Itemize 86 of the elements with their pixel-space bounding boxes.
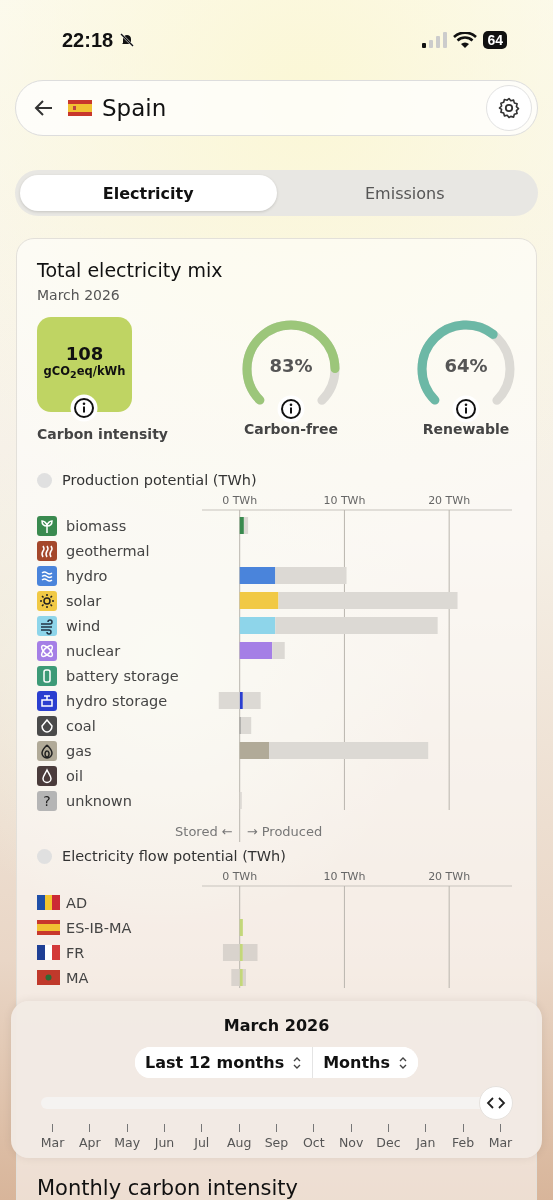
flag-icon	[37, 895, 60, 910]
time-slider[interactable]	[40, 1086, 513, 1120]
category-label: wind	[66, 618, 101, 634]
category-label: biomass	[66, 518, 127, 534]
reservoir-icon	[37, 691, 57, 711]
section-title: Monthly carbon intensity	[37, 1176, 299, 1200]
month-label: Dec	[376, 1135, 401, 1150]
waves-icon	[37, 566, 57, 586]
section-title: Production potential (TWh)	[62, 472, 257, 488]
info-icon[interactable]	[277, 395, 305, 423]
section-title: Electricity flow potential (TWh)	[62, 848, 286, 864]
sprout-icon	[37, 516, 57, 536]
category-label: hydro	[66, 568, 108, 584]
battery-icon	[37, 666, 57, 686]
info-icon[interactable]	[452, 395, 480, 423]
tick-label: 20 TWh	[428, 494, 471, 507]
tick-label: 20 TWh	[428, 870, 471, 883]
month-label: Mar	[40, 1135, 65, 1150]
clock: 22:18	[62, 28, 114, 52]
month-label: Aug	[226, 1135, 252, 1150]
country-name: Spain	[102, 95, 167, 121]
flag-icon	[68, 100, 92, 116]
flag-icon	[37, 970, 60, 985]
country-code: ES-IB-MA	[66, 920, 132, 936]
card-subtitle: March 2026	[37, 287, 121, 303]
stat-label: Renewable	[422, 421, 510, 437]
stat-label: Carbon intensity	[37, 426, 168, 442]
wifi-icon	[453, 31, 478, 49]
sun-icon	[37, 591, 57, 611]
atom-icon	[37, 641, 57, 661]
tick-label: 0 TWh	[222, 870, 258, 883]
country-code: MA	[66, 970, 89, 986]
gear-icon	[497, 96, 521, 120]
toggle-dot[interactable]	[37, 472, 52, 488]
card-title: Total electricity mix	[37, 259, 224, 281]
wind-icon	[37, 616, 57, 636]
month-label: Feb	[452, 1135, 475, 1150]
info-icon[interactable]	[70, 394, 98, 422]
country-code: FR	[66, 945, 85, 961]
month-label: Apr	[79, 1135, 101, 1150]
battery-indicator: 64	[483, 31, 507, 49]
back-arrow-icon[interactable]	[34, 99, 54, 117]
category-label: battery storage	[66, 668, 179, 684]
category-label: unknown	[66, 793, 132, 809]
tick-label: 0 TWh	[222, 494, 258, 507]
tick-label: 10 TWh	[323, 494, 366, 507]
gauge-reading: 64%	[443, 355, 489, 376]
axis-note: → Produced	[246, 824, 323, 839]
flame-icon	[37, 741, 57, 761]
settings-button[interactable]	[486, 85, 532, 131]
month-label: Nov	[338, 1135, 364, 1150]
bell-muted-icon	[119, 32, 136, 48]
heat-icon	[37, 541, 57, 561]
category-label: geothermal	[66, 543, 150, 559]
month-label: Jun	[154, 1135, 175, 1150]
category-label: solar	[66, 593, 102, 609]
month-label: May	[114, 1135, 141, 1150]
slider-handle[interactable]	[478, 1086, 513, 1120]
month-label: Jul	[194, 1135, 210, 1150]
signal-icon	[421, 32, 448, 48]
flag-icon	[37, 945, 60, 960]
flame-icon	[37, 716, 57, 736]
drop-icon	[37, 766, 57, 786]
gauge-reading: 83%	[268, 355, 314, 376]
tab[interactable]: Electricity	[20, 175, 277, 211]
stat-label: Carbon-free	[243, 421, 338, 437]
axis-note: Stored ←	[175, 824, 233, 839]
country-code: AD	[66, 895, 88, 911]
intensity-value: 108	[65, 342, 104, 364]
resolution-selector[interactable]: Months	[312, 1047, 419, 1078]
category-label: hydro storage	[66, 693, 168, 709]
tick-label: 10 TWh	[323, 870, 366, 883]
month-label: Sep	[264, 1135, 289, 1150]
category-label: nuclear	[66, 643, 121, 659]
flag-icon	[37, 920, 60, 935]
category-label: gas	[66, 743, 92, 759]
tab[interactable]: Emissions	[276, 175, 533, 211]
category-label: coal	[66, 718, 96, 734]
question-icon: ?	[37, 791, 57, 811]
selected-period: March 2026	[223, 1016, 330, 1035]
month-label: Mar	[488, 1135, 513, 1150]
intensity-unit: gCO$_{2}$eq/kWh	[43, 363, 126, 381]
toggle-dot[interactable]	[37, 848, 52, 864]
category-label: oil	[66, 768, 83, 784]
month-label: Oct	[303, 1135, 325, 1150]
month-label: Jan	[416, 1135, 436, 1150]
